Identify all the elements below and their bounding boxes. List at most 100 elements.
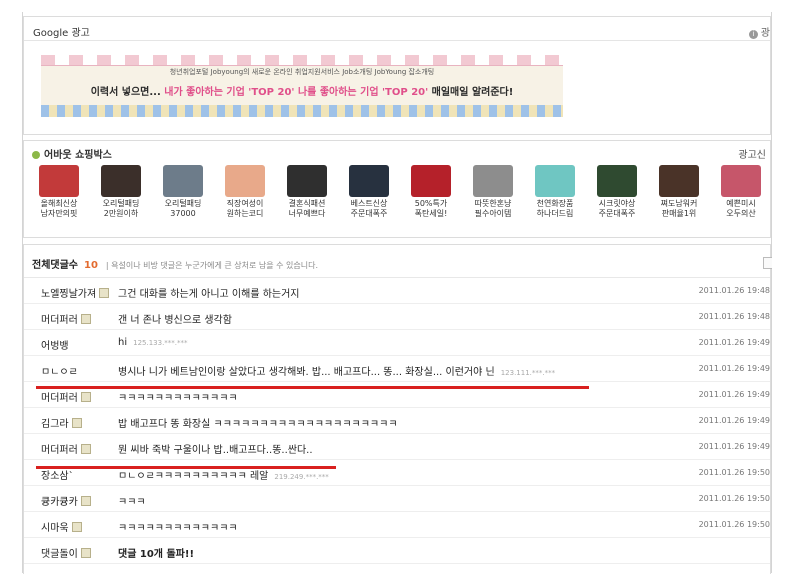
shopping-item[interactable]: 올해최신상 남자만의핏	[28, 165, 90, 235]
shopping-box-title: 어바웃 쇼핑박스	[32, 146, 112, 161]
comment-author[interactable]: 어벙뱅	[41, 337, 69, 352]
comment-date: 2011.01.26 19:49	[698, 416, 770, 425]
comment-author-name: ㅁㄴㅇㄹ	[41, 367, 78, 378]
comments-header-label: 전체댓글수	[32, 260, 78, 271]
comment-author[interactable]: 머더퍼러	[41, 311, 91, 326]
product-caption-2: 남자만의핏	[40, 209, 78, 218]
comment-body: 갠 너 존나 병신으로 생각함	[118, 315, 232, 326]
comment-date: 2011.01.26 19:50	[698, 520, 770, 529]
shopping-item[interactable]: 베스트신상 주문대폭주	[338, 165, 400, 235]
comment-author[interactable]: 머더퍼러	[41, 441, 91, 456]
comment-author[interactable]: 큥카큥카	[41, 493, 91, 508]
banner-main-text: 이력서 넣으면... 내가 좋아하는 기업 'TOP 20' 나를 좋아하는 기…	[41, 83, 563, 98]
ad-banner[interactable]: 청년취업포털 Jobyoung의 새로운 온라인 취업지원서비스 Job소개팅 …	[41, 55, 563, 117]
shopping-item[interactable]: 예쁜미시 오두의산	[710, 165, 772, 235]
shopping-item[interactable]: 50%특가 폭탄세일!	[400, 165, 462, 235]
product-caption-2: 37000	[170, 209, 196, 218]
comment-author-name: 큥카큥카	[41, 497, 78, 508]
shopping-item[interactable]: 천연화장품 하나더드림	[524, 165, 586, 235]
comment-author[interactable]: 머더퍼러	[41, 389, 91, 404]
product-caption-2: 주문대폭주	[350, 209, 388, 218]
shopping-item[interactable]: 시크릿야상 주문대폭주	[586, 165, 648, 235]
member-badge-icon	[71, 522, 82, 532]
comment-author-name: 머더퍼러	[41, 393, 78, 404]
product-image	[411, 165, 451, 197]
comment-author-name: 시마욱	[41, 523, 69, 534]
comment-row: 머더퍼러 갠 너 존나 병신으로 생각함 2011.01.26 19:48	[24, 305, 770, 330]
comment-author[interactable]: ㅁㄴㅇㄹ	[41, 363, 78, 378]
comment-row: 어벙뱅 hi 125.133.***.*** 2011.01.26 19:49	[24, 331, 770, 356]
banner-text-2: 내가 좋아하는 기업 'TOP 20'	[164, 87, 295, 98]
comment-text: 뭔 씨바 죽박 구울이나 밥..배고프다..똥..싼다..	[118, 441, 313, 456]
comment-author[interactable]: 노엘찡날가져	[41, 285, 110, 300]
shopping-item[interactable]: 쪄도남워커 판매율1위	[648, 165, 710, 235]
comment-author[interactable]: 김그라	[41, 415, 82, 430]
shopping-items: 올해최신상 남자만의핏 오리털패딩 2만원이하 오리털패딩 37000 직장여성이 원하는코디…	[28, 165, 770, 235]
comment-body: ㅋㅋㅋㅋㅋㅋㅋㅋㅋㅋㅋㅋㅋ	[118, 393, 238, 404]
comment-body: ㅋㅋㅋ	[118, 497, 146, 508]
comment-date: 2011.01.26 19:48	[698, 312, 770, 321]
comment-body: 뭔 씨바 죽박 구울이나 밥..배고프다..똥..싼다..	[118, 445, 313, 456]
product-image	[287, 165, 327, 197]
product-image	[721, 165, 761, 197]
shopping-item[interactable]: 결혼식패션 너무예쁘다	[276, 165, 338, 235]
google-ads-title: Google 광고	[33, 28, 90, 39]
comments-header: 전체댓글수 10 | 욕설이나 비방 댓글은 누군가에게 큰 상처로 남을 수 있습…	[32, 256, 318, 271]
red-underline-1	[36, 386, 589, 389]
product-caption-2: 필수아이템	[474, 209, 512, 218]
shopping-item[interactable]: 오리털패딩 37000	[152, 165, 214, 235]
product-caption-1: 직장여성이	[226, 199, 264, 208]
shopping-item[interactable]: 따뜻한혼냥 필수아이템	[462, 165, 524, 235]
comment-text: 그건 대화를 하는게 아니고 이해를 하는거지	[118, 285, 300, 300]
product-caption-1: 오리털패딩	[164, 199, 202, 208]
product-caption-2: 원하는코디	[226, 209, 264, 218]
banner-small-text: 청년취업포털 Jobyoung의 새로운 온라인 취업지원서비스 Job소개팅 …	[169, 68, 435, 76]
member-badge-icon	[80, 392, 91, 402]
product-image	[101, 165, 141, 197]
member-badge-icon	[80, 496, 91, 506]
product-caption-1: 따뜻한혼냥	[474, 199, 512, 208]
banner-stripe	[41, 105, 563, 117]
comment-text: 댓글 10개 돌파!!	[118, 545, 194, 560]
side-tab-button[interactable]	[763, 257, 772, 269]
product-image	[535, 165, 575, 197]
shopping-box-panel: 어바웃 쇼핑박스 광고신 올해최신상 남자만의핏 오리털패딩 2만원이하 오리털패딩 37…	[23, 140, 771, 238]
banner-awning	[41, 55, 563, 66]
comment-body: 병시나 니가 베트남인이랑 살았다고 생각해봐. 밥... 배고프다... 똥.…	[118, 367, 495, 378]
ad-info-link[interactable]: i광	[748, 24, 770, 39]
comment-row: 노엘찡날가져 그건 대화를 하는게 아니고 이해를 하는거지 2011.01.26 …	[24, 279, 770, 304]
comment-date: 2011.01.26 19:48	[698, 286, 770, 295]
comment-row: 장소삼` ㅁㄴㅇㄹㅋㅋㅋㅋㅋㅋㅋㅋㅋㅋ 레알 219.249.***.*** 2011…	[24, 461, 770, 486]
comment-author[interactable]: 장소삼`	[41, 467, 74, 482]
comment-ip: 123.111.***.***	[500, 369, 556, 377]
product-caption-2: 주문대폭주	[598, 209, 636, 218]
member-badge-icon	[99, 288, 110, 298]
shopping-item[interactable]: 오리털패딩 2만원이하	[90, 165, 152, 235]
product-caption-2: 너무예쁘다	[288, 209, 326, 218]
shopping-ad-info[interactable]: 광고신	[738, 146, 766, 161]
product-caption-1: 올해최신상	[40, 199, 78, 208]
comment-author-name: 장소삼`	[41, 471, 74, 482]
comment-author[interactable]: 시마욱	[41, 519, 82, 534]
comment-text: 병시나 니가 베트남인이랑 살았다고 생각해봐. 밥... 배고프다... 똥.…	[118, 363, 555, 378]
member-badge-icon	[80, 314, 91, 324]
ad-info-label: 광	[760, 28, 770, 39]
comment-author[interactable]: 댓글돌이	[41, 545, 91, 560]
product-caption-2: 폭탄세일!	[414, 209, 448, 218]
banner-text-4: 매일매일 알려준다!	[431, 87, 514, 98]
comment-text: 갠 너 존나 병신으로 생각함	[118, 311, 232, 326]
comment-author-name: 김그라	[41, 419, 69, 430]
comment-date: 2011.01.26 19:50	[698, 494, 770, 503]
comment-count: 10	[84, 260, 98, 271]
product-image	[473, 165, 513, 197]
product-image	[225, 165, 265, 197]
product-caption-1: 천연화장품	[536, 199, 574, 208]
shopping-item[interactable]: 직장여성이 원하는코디	[214, 165, 276, 235]
product-image	[163, 165, 203, 197]
comment-author-name: 댓글돌이	[41, 549, 78, 560]
comment-body: ㅋㅋㅋㅋㅋㅋㅋㅋㅋㅋㅋㅋㅋ	[118, 523, 238, 534]
product-caption-1: 결혼식패션	[288, 199, 326, 208]
comment-author-name: 머더퍼러	[41, 315, 78, 326]
member-badge-icon	[80, 548, 91, 558]
product-caption-1: 시크릿야상	[598, 199, 636, 208]
